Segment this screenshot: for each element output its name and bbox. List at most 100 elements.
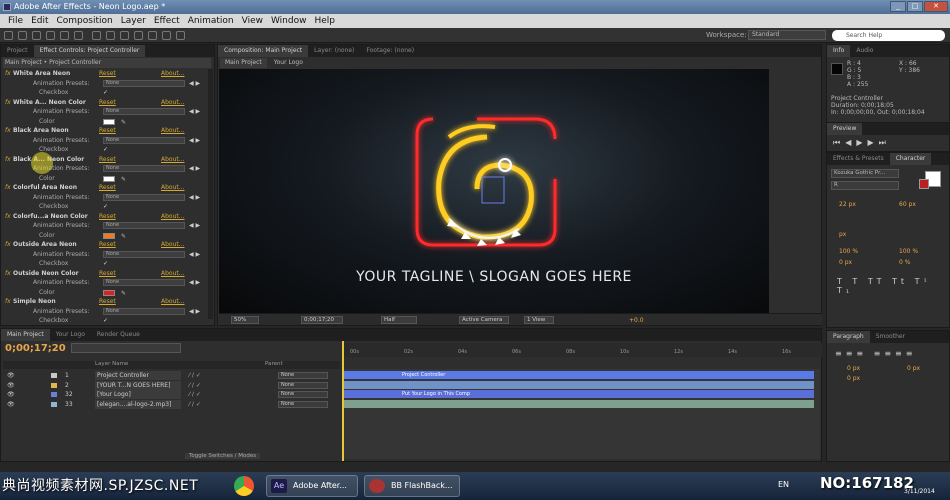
menu-window[interactable]: Window	[267, 14, 311, 28]
menu-file[interactable]: File	[4, 14, 27, 28]
layer-switches-icon[interactable]: ⁄ ∕ ✓	[189, 400, 201, 409]
animation-presets-select[interactable]: None	[103, 193, 185, 201]
maximize-button[interactable]: □	[907, 1, 923, 12]
layer-tracks[interactable]: Project Controller Put Your Logo in This …	[342, 369, 820, 459]
current-time-display[interactable]: 0;00;17;20	[301, 316, 343, 324]
label-color-icon[interactable]	[51, 373, 57, 378]
menu-animation[interactable]: Animation	[184, 14, 238, 28]
tab-effects-presets[interactable]: Effects & Presets	[827, 153, 890, 165]
col-parent[interactable]: Parent	[265, 361, 283, 367]
fx-toggle-icon[interactable]: fx	[5, 69, 11, 79]
align-buttons[interactable]: ≡≡≡ ≡≡≡≡	[835, 349, 916, 358]
tab-your-logo[interactable]: Your Logo	[50, 329, 91, 341]
checkbox[interactable]: ✓	[103, 145, 108, 155]
effect-header[interactable]: fx White Area Neon Reset About...	[3, 69, 211, 79]
playhead[interactable]	[342, 341, 344, 461]
label-color-icon[interactable]	[51, 392, 57, 397]
effect-controls-scrollbar[interactable]	[208, 69, 213, 319]
effect-reset-link[interactable]: Reset	[99, 269, 116, 279]
pen-tool-icon[interactable]	[92, 31, 101, 40]
text-style-buttons[interactable]: T T TT Tt T¹ T₁	[837, 277, 949, 295]
effect-reset-link[interactable]: Reset	[99, 212, 116, 222]
comp-nav-your-logo[interactable]: Your Logo	[269, 58, 308, 68]
language-indicator[interactable]: EN	[778, 480, 789, 489]
checkbox[interactable]: ✓	[103, 202, 108, 212]
visibility-eye-icon[interactable]: 👁	[7, 381, 15, 390]
effect-reset-link[interactable]: Reset	[99, 297, 116, 307]
indent-left-value[interactable]: 0 px	[847, 365, 860, 372]
search-help-input[interactable]: Search Help	[832, 30, 945, 41]
clock-date[interactable]: 3/11/2014	[904, 488, 935, 495]
animation-presets-select[interactable]: None	[103, 279, 185, 286]
checkbox[interactable]: ✓	[103, 259, 108, 269]
label-color-icon[interactable]	[51, 401, 57, 407]
baseline-shift-value[interactable]: 0 px	[839, 259, 852, 266]
tab-layer[interactable]: Layer: (none)	[308, 45, 360, 57]
col-layer-name[interactable]: Layer Name	[95, 361, 128, 367]
effect-reset-link[interactable]: Reset	[99, 155, 116, 165]
comp-nav-main-project[interactable]: Main Project	[220, 58, 267, 68]
menu-view[interactable]: View	[238, 14, 267, 28]
animation-presets-select[interactable]: None	[103, 250, 185, 258]
tab-audio[interactable]: Audio	[850, 45, 879, 57]
toggle-switches-modes[interactable]: Toggle Switches / Modes	[185, 453, 261, 459]
effect-about-link[interactable]: About...	[161, 269, 184, 279]
fx-toggle-icon[interactable]: fx	[5, 126, 11, 136]
layer-name[interactable]: Project Controller	[95, 371, 181, 380]
menu-edit[interactable]: Edit	[27, 14, 52, 28]
zoom-select[interactable]: 50%	[231, 316, 259, 324]
space-before-value[interactable]: 0 px	[847, 375, 860, 382]
minimize-button[interactable]: _	[890, 1, 906, 12]
layer-duration-bar[interactable]: Project Controller	[344, 371, 814, 379]
puppet-tool-icon[interactable]	[176, 31, 185, 40]
effect-reset-link[interactable]: Reset	[99, 69, 116, 79]
layer-switches-icon[interactable]: ⁄ ∕ ✓	[189, 390, 201, 399]
fx-toggle-icon[interactable]: fx	[5, 183, 11, 193]
parent-select[interactable]: None	[278, 372, 328, 379]
view-layout-select[interactable]: 1 View	[524, 316, 554, 324]
effect-about-link[interactable]: About...	[161, 297, 184, 307]
tracking-value[interactable]: px	[839, 231, 846, 238]
effect-about-link[interactable]: About...	[161, 240, 184, 250]
layer-name[interactable]: [YOUR T...N GOES HERE]	[95, 380, 181, 390]
tab-main-project[interactable]: Main Project	[1, 329, 50, 341]
animation-presets-select[interactable]: None	[103, 307, 185, 315]
effect-header[interactable]: fx White A... Neon Color Reset About...	[3, 98, 211, 108]
fx-toggle-icon[interactable]: fx	[5, 269, 11, 279]
layer-duration-bar[interactable]	[344, 380, 814, 389]
font-family-select[interactable]: Kozuka Gothic Pr...	[831, 169, 899, 178]
fx-toggle-icon[interactable]: fx	[5, 240, 11, 250]
brush-tool-icon[interactable]	[120, 31, 129, 40]
fx-toggle-icon[interactable]: fx	[5, 297, 11, 307]
camera-select[interactable]: Active Camera	[459, 316, 509, 324]
type-tool-icon[interactable]	[106, 31, 115, 40]
indent-right-value[interactable]: 0 px	[907, 365, 920, 372]
preset-nav-icon[interactable]: ◀ ▶	[189, 107, 200, 117]
camera-tool-icon[interactable]	[60, 31, 69, 40]
stroke-color-swatch[interactable]	[919, 179, 929, 189]
effect-about-link[interactable]: About...	[161, 212, 184, 222]
checkbox[interactable]: ✓	[103, 316, 108, 326]
layer-switches-icon[interactable]: ⁄ ∕ ✓	[189, 381, 201, 390]
visibility-eye-icon[interactable]: 👁	[7, 390, 15, 399]
preset-nav-icon[interactable]: ◀ ▶	[189, 193, 200, 203]
color-swatch[interactable]	[103, 118, 115, 125]
visibility-eye-icon[interactable]: 👁	[7, 400, 15, 409]
layer-row[interactable]: 👁 2 [YOUR T...N GOES HERE] ⁄ ∕ ✓ None	[3, 380, 340, 390]
effect-header[interactable]: fx Simple Neon Reset About...	[3, 297, 211, 307]
layer-row[interactable]: 👁 1 Project Controller ⁄ ∕ ✓ None	[3, 371, 340, 380]
effect-reset-link[interactable]: Reset	[99, 126, 116, 136]
preset-nav-icon[interactable]: ◀ ▶	[189, 250, 200, 260]
menu-help[interactable]: Help	[310, 14, 339, 28]
roto-brush-tool-icon[interactable]	[162, 31, 171, 40]
effect-header[interactable]: fx Outside Area Neon Reset About...	[3, 240, 211, 250]
current-time[interactable]: 0;00;17;20	[5, 343, 66, 354]
tab-preview[interactable]: Preview	[827, 123, 863, 135]
tab-footage[interactable]: Footage: (none)	[360, 45, 420, 57]
effect-about-link[interactable]: About...	[161, 126, 184, 136]
effect-header[interactable]: fx Colorfu...a Neon Color Reset About...	[3, 212, 211, 222]
effect-reset-link[interactable]: Reset	[99, 98, 116, 108]
preset-nav-icon[interactable]: ◀ ▶	[189, 221, 200, 231]
animation-presets-select[interactable]: None	[103, 165, 185, 172]
font-style-select[interactable]: R	[831, 181, 899, 190]
